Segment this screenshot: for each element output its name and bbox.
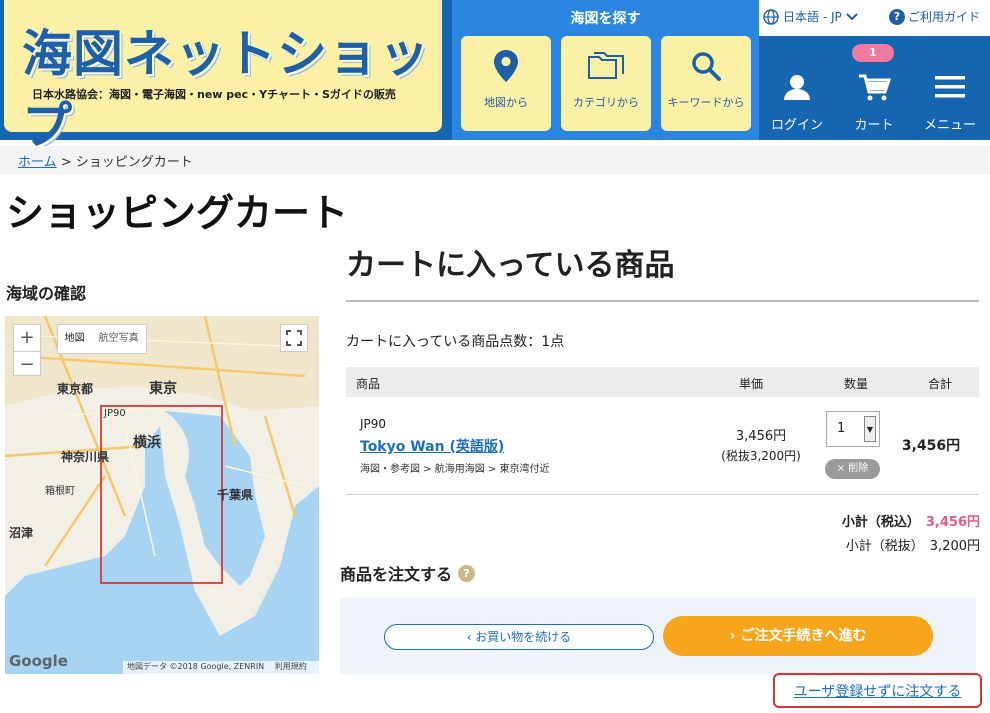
find-by-category-label: カテゴリから [573,96,639,109]
item-total: 3,456円 [901,438,961,454]
column-header-total: 合計 [928,377,953,391]
login-button[interactable]: ログイン [762,64,832,134]
find-by-map-button[interactable]: 地図から [461,36,551,131]
logo-subtitle: 日本水路協会：海図・電子海図・new pec・Yチャート・Sガイドの販売 [32,88,396,101]
find-by-keyword-label: キーワードから [667,96,745,109]
folder-icon [561,48,651,84]
breadcrumb: ホーム > ショッピングカート [0,146,990,174]
delete-item-button[interactable]: × 削除 [825,459,880,479]
utility-bar: 日本語 - JP ? ご利用ガイド [759,0,990,36]
continue-shopping-button[interactable]: ‹ お買い物を続ける [384,624,654,650]
map-label-yokohama: 横浜 [133,435,161,451]
language-selector[interactable]: 日本語 - JP [763,8,858,25]
cart-button[interactable]: カート [839,64,909,134]
zoom-controls: + − [13,324,41,376]
subtotal-incl-label: 小計（税込） [841,515,920,530]
breadcrumb-current: ショッピングカート [75,155,193,170]
find-by-keyword-button[interactable]: キーワードから [661,36,751,131]
map-attribution-text: 地図データ ©2018 Google, ZENRIN [127,662,265,671]
map-label-chart-code: JP90 [104,408,126,419]
page-title: ショッピングカート [6,191,349,235]
guest-checkout-link[interactable]: ユーザ登録せずに注文する [794,684,962,700]
map-type-toggle: 地図 航空写真 [57,324,147,354]
map-label-hakone: 箱根町 [45,486,75,497]
user-guide-link[interactable]: ? ご利用ガイド [889,8,980,25]
map-terms-link[interactable]: 利用規約 [275,662,307,671]
zoom-in-button[interactable]: + [14,325,40,350]
map-pin-icon [461,48,551,84]
subtotal-excl-tax: 小計（税抜） 3,200円 [770,535,980,554]
login-label: ログイン [770,118,823,133]
order-heading-label: 商品を注文する [340,565,453,584]
logo[interactable]: 海図ネットショップ 日本水路協会：海図・電子海図・new pec・Yチャート・S… [4,0,442,155]
order-heading: 商品を注文する ? [340,561,476,585]
column-header-quantity: 数量 [844,377,869,391]
item-unit-price: 3,456円 [735,429,787,444]
chevron-down-icon [846,12,858,20]
quantity-value: 1 [837,421,846,436]
map-label-tokyo-to: 東京都 [57,382,94,396]
menu-label: メニュー [923,118,976,133]
chart-finder-title: 海図を探す [570,11,641,27]
column-header-price: 単価 [739,377,764,391]
cart-label: カート [854,118,894,133]
column-header-product: 商品 [356,377,381,391]
subtotal-incl-tax: 小計（税込） 3,456円 [770,511,980,530]
cart-icon [859,74,892,101]
dropdown-arrow-icon: ▼ [864,416,876,442]
cart-item-row: JP90 Tokyo Wan (英語版) 海図・参考図 > 航海用海図 > 東京… [346,397,979,495]
map-type-map-button[interactable]: 地図 [58,325,91,353]
cart-item-count: カートに入っている商品点数：1点 [346,334,565,350]
find-by-category-button[interactable]: カテゴリから [561,36,651,131]
order-actions: ‹ お買い物を続ける › ご注文手続きへ進む [340,598,976,674]
cart-heading: カートに入っている商品 [346,248,675,283]
subtotal-incl-amount: 3,456円 [925,515,980,530]
item-unit-price-ex-tax: (税抜3,200円) [721,449,801,463]
cart-table-header: 商品 単価 数量 合計 [346,367,979,397]
user-icon [784,75,810,100]
breadcrumb-separator: > [56,155,76,170]
map-label-kanagawa: 神奈川県 [61,450,110,464]
site-header: 海図ネットショップ 日本水路協会：海図・電子海図・new pec・Yチャート・S… [0,0,990,155]
map-type-satellite-button[interactable]: 航空写真 [91,325,146,353]
cart-count-badge: 1 [852,44,894,62]
map-label-numazu: 沼津 [9,526,34,540]
guest-checkout-box: ユーザ登録せずに注文する [773,673,982,708]
zoom-out-button[interactable]: − [14,351,40,376]
region-map[interactable]: + − 地図 航空写真 東京都 東京 JP90 横浜 神奈川県 箱根町 千葉県 … [5,316,319,674]
item-name-link[interactable]: Tokyo Wan (英語版) [360,436,504,456]
user-guide-label: ご利用ガイド [908,10,981,24]
proceed-to-checkout-button[interactable]: › ご注文手続きへ進む [663,616,933,656]
find-by-map-label: 地図から [484,96,528,109]
breadcrumb-home-link[interactable]: ホーム [18,155,57,170]
subtotal-excl-amount: 3,200円 [929,539,980,554]
item-code: JP90 [360,417,387,431]
menu-button[interactable]: メニュー [915,64,985,134]
globe-icon [763,8,779,25]
map-label-tokyo: 東京 [149,381,177,397]
fullscreen-icon [286,330,302,346]
map-attribution: 地図データ ©2018 Google, ZENRIN 利用規約 [123,661,319,674]
cart-divider [346,300,979,302]
fullscreen-button[interactable] [280,324,308,352]
google-logo: Google [9,652,68,670]
subtotal-excl-label: 小計（税抜） [845,539,924,554]
help-icon[interactable]: ? [458,564,476,582]
item-category: 海図・参考図 > 航海用海図 > 東京湾付近 [360,464,550,475]
language-label: 日本語 - JP [783,10,842,24]
quantity-select[interactable]: 1 ▼ [826,411,880,447]
region-heading: 海域の確認 [6,284,87,303]
map-label-chiba: 千葉県 [217,488,254,502]
chart-finder: 海図を探す 地図から カテゴリから キーワードから [452,0,759,140]
help-circle-icon: ? [889,8,905,25]
hamburger-menu-icon [935,76,965,98]
search-icon [661,48,751,84]
